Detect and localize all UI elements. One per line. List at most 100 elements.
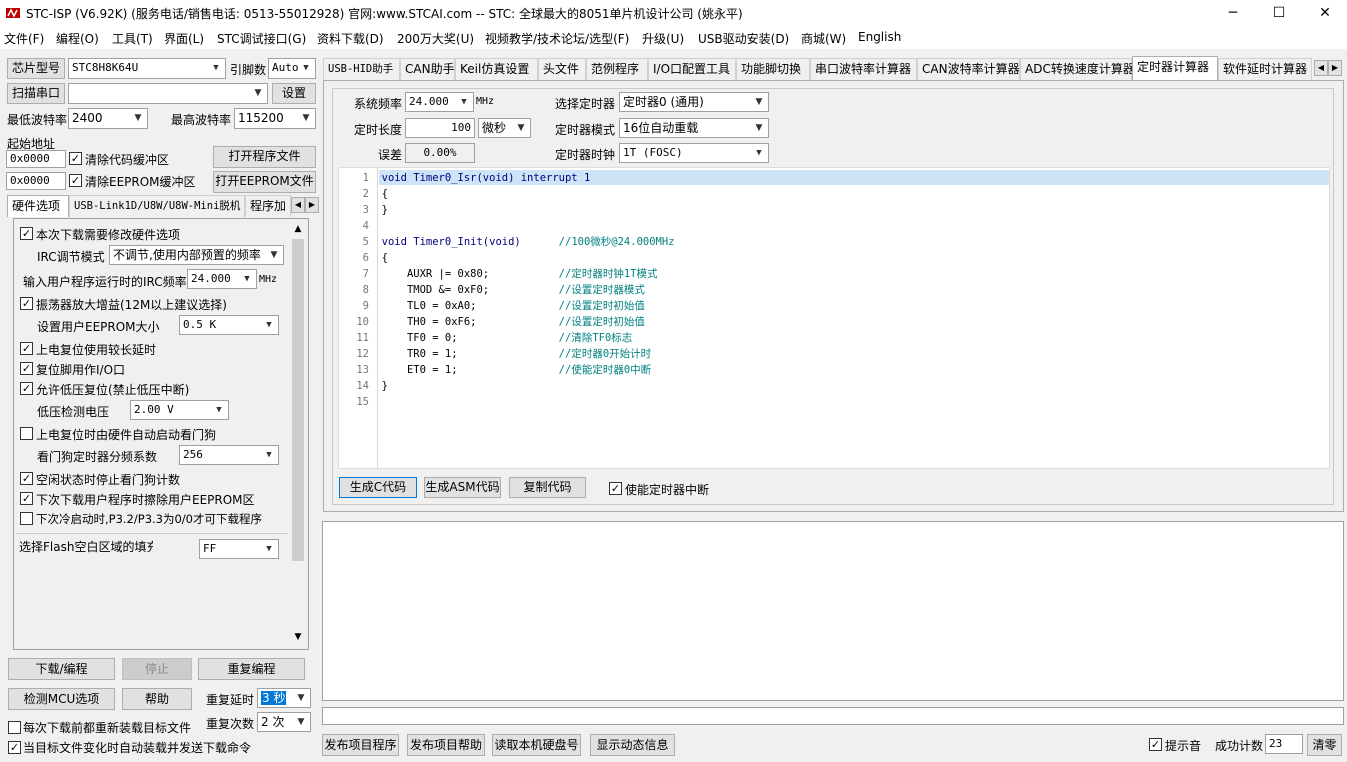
code-comment: //设置定时初始值 xyxy=(558,300,645,312)
pin-count-select[interactable]: Auto ▼ xyxy=(268,58,316,79)
tab-can-helper[interactable]: CAN助手 xyxy=(400,58,455,80)
tab-examples[interactable]: 范例程序 xyxy=(586,58,648,80)
reset-pin-io-checkbox[interactable]: ✓ xyxy=(20,362,33,375)
timer-length-unit-select[interactable]: 微秒 ▼ xyxy=(478,118,531,138)
code-editor[interactable]: 1 void Timer0_Isr(void) interrupt 12 {3 … xyxy=(338,167,1330,469)
read-disk-id-button[interactable]: 读取本机硬盘号 xyxy=(492,734,581,756)
download-program-button[interactable]: 下载/编程 xyxy=(8,658,115,680)
repeat-count-select[interactable]: 2 次 ▼ xyxy=(257,712,311,732)
menu-shop[interactable]: 商城(W) xyxy=(801,30,846,47)
output-log-area[interactable] xyxy=(322,521,1344,701)
tab-scroll-left-icon[interactable]: ◀ xyxy=(1314,60,1328,76)
timer-mode-select[interactable]: 16位自动重载 ▼ xyxy=(619,118,769,138)
flash-fill-select[interactable]: FF ▼ xyxy=(199,539,279,559)
tab-scroll-left-icon[interactable]: ◀ xyxy=(291,197,305,213)
window-title: STC-ISP (V6.92K) (服务电话/销售电话: 0513-550129… xyxy=(26,7,743,21)
chip-model-select[interactable]: STC8H8K64U ▼ xyxy=(68,58,226,79)
tab-can-baud-calc[interactable]: CAN波特率计算器 xyxy=(917,58,1020,80)
menu-debug-interface[interactable]: STC调试接口(G) xyxy=(217,30,306,47)
scroll-down-icon[interactable]: ▼ xyxy=(290,629,306,645)
minimize-button[interactable]: ─ xyxy=(1210,0,1256,27)
show-dynamic-info-button[interactable]: 显示动态信息 xyxy=(590,734,675,756)
tab-scroll-right-icon[interactable]: ▶ xyxy=(1328,60,1342,76)
reload-target-checkbox[interactable] xyxy=(8,721,21,734)
power-on-delay-checkbox[interactable]: ✓ xyxy=(20,342,33,355)
close-button[interactable]: ✕ xyxy=(1302,0,1347,27)
copy-code-button[interactable]: 复制代码 xyxy=(509,477,586,498)
idle-stop-wdt-label: 空闲状态时停止看门狗计数 xyxy=(36,473,181,487)
clear-count-button[interactable]: 清零 xyxy=(1307,734,1342,756)
open-eeprom-file-button[interactable]: 打开EEPROM文件 xyxy=(213,171,316,193)
generate-asm-code-button[interactable]: 生成ASM代码 xyxy=(424,477,501,498)
menu-interface[interactable]: 界面(L) xyxy=(164,30,204,47)
tab-hardware-options[interactable]: 硬件选项 xyxy=(7,195,69,217)
tab-keil-sim[interactable]: Keil仿真设置 xyxy=(455,58,538,80)
menu-docs[interactable]: 资料下载(D) xyxy=(317,30,384,47)
tab-io-config[interactable]: I/O口配置工具 xyxy=(648,58,736,80)
sys-freq-select[interactable]: 24.000 ▼ xyxy=(405,92,474,112)
generate-c-code-button[interactable]: 生成C代码 xyxy=(339,477,417,498)
help-button[interactable]: 帮助 xyxy=(122,688,192,710)
menu-upgrade[interactable]: 升级(U) xyxy=(642,30,684,47)
low-volt-reset-checkbox[interactable]: ✓ xyxy=(20,382,33,395)
code-address-input[interactable]: 0x0000 xyxy=(6,150,66,168)
tab-scroll-right-icon[interactable]: ▶ xyxy=(305,197,319,213)
scan-port-button[interactable]: 扫描串口 xyxy=(7,83,65,104)
tab-adc-speed-calc[interactable]: ADC转换速度计算器 xyxy=(1020,58,1135,80)
min-baud-select[interactable]: 2400 ▼ xyxy=(68,108,148,129)
tab-delay-calc[interactable]: 软件延时计算器 xyxy=(1218,58,1312,80)
eeprom-address-input[interactable]: 0x0000 xyxy=(6,172,66,190)
publish-help-button[interactable]: 发布项目帮助 xyxy=(407,734,485,756)
wdt-div-select[interactable]: 256 ▼ xyxy=(179,445,279,465)
timer-clock-select[interactable]: 1T (FOSC) ▼ xyxy=(619,143,769,163)
open-program-file-button[interactable]: 打开程序文件 xyxy=(213,146,316,168)
irc-mode-select[interactable]: 不调节,使用内部预置的频率 ▼ xyxy=(109,245,284,265)
reprogram-button[interactable]: 重复编程 xyxy=(198,658,305,680)
clear-eeprom-checkbox[interactable]: ✓ xyxy=(69,174,82,187)
error-value: 0.00% xyxy=(405,143,475,163)
eeprom-size-select[interactable]: 0.5 K ▼ xyxy=(179,315,279,335)
select-timer-select[interactable]: 定时器0 (通用) ▼ xyxy=(619,92,769,112)
irc-freq-select[interactable]: 24.000 ▼ xyxy=(187,269,257,289)
repeat-delay-select[interactable]: 3 秒 ▼ xyxy=(257,688,311,708)
maximize-button[interactable]: ☐ xyxy=(1256,0,1302,27)
scrollbar-thumb[interactable] xyxy=(292,239,304,561)
wdt-auto-checkbox[interactable] xyxy=(20,427,33,440)
cold-boot-checkbox[interactable] xyxy=(20,512,33,525)
tab-usb-link[interactable]: USB-Link1D/U8W/U8W-Mini脱机 xyxy=(69,195,245,217)
tab-pin-switch[interactable]: 功能脚切换 xyxy=(736,58,810,80)
need-modify-checkbox[interactable]: ✓ xyxy=(20,227,33,240)
stop-button[interactable]: 停止 xyxy=(122,658,192,680)
scroll-up-icon[interactable]: ▲ xyxy=(290,221,306,237)
tab-uart-baud-calc[interactable]: 串口波特率计算器 xyxy=(810,58,917,80)
chip-model-button[interactable]: 芯片型号 xyxy=(7,58,65,79)
clear-code-checkbox[interactable]: ✓ xyxy=(69,152,82,165)
tab-timer-calc[interactable]: 定时器计算器 xyxy=(1132,56,1218,81)
auto-send-checkbox[interactable]: ✓ xyxy=(8,741,21,754)
hardware-options-scrollbar[interactable]: ▲ ▼ xyxy=(290,221,306,647)
publish-project-button[interactable]: 发布项目程序 xyxy=(322,734,399,756)
chip-model-value: STC8H8K64U xyxy=(72,61,139,74)
erase-eeprom-checkbox[interactable]: ✓ xyxy=(20,492,33,505)
low-volt-reset-label: 允许低压复位(禁止低压中断) xyxy=(36,383,190,397)
menu-video[interactable]: 视频教学/技术论坛/选型(F) xyxy=(485,30,629,47)
menu-english[interactable]: English xyxy=(858,30,901,44)
menu-tools[interactable]: 工具(T) xyxy=(112,30,153,47)
detect-mcu-button[interactable]: 检测MCU选项 xyxy=(8,688,115,710)
menu-prize[interactable]: 200万大奖(U) xyxy=(397,30,474,47)
beep-checkbox[interactable]: ✓ xyxy=(1149,738,1162,751)
osc-gain-checkbox[interactable]: ✓ xyxy=(20,297,33,310)
port-select[interactable]: ▼ xyxy=(68,83,268,104)
timer-length-input[interactable]: 100 xyxy=(405,118,475,138)
tab-program-encrypt[interactable]: 程序加 xyxy=(245,195,291,217)
tab-header-file[interactable]: 头文件 xyxy=(538,58,586,80)
low-volt-select[interactable]: 2.00 V ▼ xyxy=(130,400,229,420)
menu-program[interactable]: 编程(O) xyxy=(56,30,99,47)
menu-usb-driver[interactable]: USB驱动安装(D) xyxy=(698,30,789,47)
tab-usb-hid[interactable]: USB-HID助手 xyxy=(323,58,400,80)
max-baud-select[interactable]: 115200 ▼ xyxy=(234,108,316,129)
menu-file[interactable]: 文件(F) xyxy=(4,30,44,47)
idle-stop-wdt-checkbox[interactable]: ✓ xyxy=(20,472,33,485)
enable-timer-interrupt-checkbox[interactable]: ✓ xyxy=(609,482,622,495)
settings-button[interactable]: 设置 xyxy=(272,83,316,104)
